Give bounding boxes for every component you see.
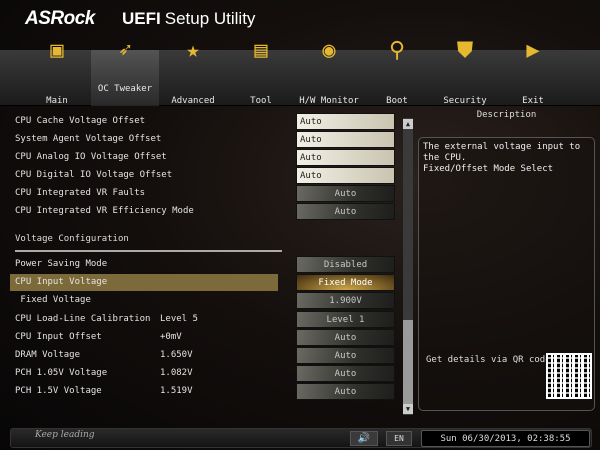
section-divider: [15, 250, 282, 252]
setting-label: Power Saving Mode: [15, 259, 108, 269]
joystick-icon: ⚲: [388, 38, 406, 63]
setting-value-button[interactable]: Auto: [296, 328, 395, 346]
qr-code: [546, 353, 592, 399]
datetime: Sun 06/30/2013, 02:38:55: [421, 430, 590, 447]
tab-label: Advanced: [171, 96, 215, 106]
setting-row[interactable]: CPU Digital IO Voltage Offset: [10, 167, 278, 184]
tab-label: Security: [443, 96, 487, 106]
tab-label: Tool: [250, 96, 272, 106]
toolbox-icon: ▤: [254, 38, 268, 63]
title-text: Setup Utility: [164, 9, 256, 28]
setting-label: PCH 1.05V Voltage: [15, 368, 108, 379]
app-title: UEFI Setup Utility: [122, 9, 255, 29]
setting-row[interactable]: PCH 1.5V Voltage 1.519V: [10, 383, 278, 400]
setting-row[interactable]: CPU Analog IO Voltage Offset: [10, 149, 278, 166]
setting-row[interactable]: CPU Load-Line Calibration Level 5: [10, 311, 278, 328]
scrollbar-thumb[interactable]: [403, 320, 413, 404]
setting-row[interactable]: Fixed Voltage: [10, 292, 278, 309]
setting-row[interactable]: PCH 1.05V Voltage 1.082V: [10, 365, 278, 382]
tab-h-w-monitor[interactable]: ◉ H/W Monitor: [295, 36, 363, 106]
title-uefi: UEFI: [122, 9, 161, 28]
setting-label: CPU Integrated VR Efficiency Mode: [15, 206, 194, 216]
tab-label: Exit: [522, 96, 544, 106]
asrock-logo: ASRock: [25, 8, 95, 29]
setting-label: CPU Cache Voltage Offset: [15, 116, 146, 126]
current-value: 1.650V: [160, 350, 193, 360]
setting-value-button[interactable]: Auto: [296, 203, 395, 220]
monitor-icon: ▣: [50, 38, 64, 63]
setting-value-button[interactable]: Auto: [296, 347, 395, 364]
setting-value-button[interactable]: Auto: [296, 167, 395, 184]
scroll-down-icon[interactable]: ▼: [403, 404, 413, 414]
setting-row[interactable]: CPU Integrated VR Faults: [10, 185, 278, 202]
tab-tool[interactable]: ▤ Tool: [227, 36, 295, 106]
setting-value-button[interactable]: 1.900V: [296, 292, 395, 310]
description-text: The external voltage input to the CPU. F…: [423, 142, 581, 174]
star-icon: ★: [186, 38, 200, 63]
setting-row[interactable]: CPU Cache Voltage Offset: [10, 113, 278, 130]
scroll-up-icon[interactable]: ▲: [403, 119, 413, 129]
tab-label: Boot: [386, 96, 408, 106]
description-title: Description: [476, 110, 537, 120]
section-heading: Voltage Configuration: [15, 234, 129, 244]
tab-oc-tweaker[interactable]: ➶ OC Tweaker: [91, 38, 159, 106]
speaker-icon[interactable]: 🔊: [350, 431, 378, 446]
setting-row[interactable]: Power Saving Mode: [10, 256, 278, 273]
setting-value-button[interactable]: Auto: [296, 365, 395, 383]
tab-exit[interactable]: ▶ Exit: [499, 36, 567, 106]
current-value: +0mV: [160, 331, 182, 342]
tab-label: OC Tweaker: [97, 84, 153, 94]
setting-value-button[interactable]: Auto: [296, 149, 395, 166]
current-value: Level 5: [160, 313, 198, 324]
setting-label: CPU Input Offset: [15, 331, 102, 342]
setting-value-button[interactable]: Auto: [296, 113, 395, 130]
radar-icon: ◉: [322, 38, 336, 63]
setting-row[interactable]: CPU Input Voltage: [10, 274, 278, 292]
qr-label: Get details via QR code: [426, 355, 551, 365]
setting-value-button[interactable]: Auto: [296, 383, 395, 401]
setting-value-button[interactable]: Auto: [296, 185, 395, 202]
setting-label: PCH 1.5V Voltage: [15, 386, 102, 397]
setting-value-button[interactable]: Fixed Mode: [296, 274, 395, 292]
tab-label: H/W Monitor: [299, 96, 359, 106]
setting-row[interactable]: CPU Integrated VR Efficiency Mode: [10, 203, 278, 220]
rocket-icon: ➶: [118, 38, 132, 63]
exit-door-icon: ▶: [526, 38, 540, 63]
setting-label: Fixed Voltage: [15, 295, 91, 306]
tab-security[interactable]: ⛊ Security: [431, 36, 499, 106]
setting-label: CPU Load-Line Calibration: [15, 313, 151, 324]
current-value: 1.082V: [160, 368, 193, 379]
tab-advanced[interactable]: ★ Advanced: [159, 36, 227, 106]
setting-value-button[interactable]: Level 1: [296, 310, 395, 328]
setting-row[interactable]: DRAM Voltage 1.650V: [10, 347, 278, 364]
shield-icon: ⛊: [456, 38, 474, 63]
tab-label: Main: [46, 96, 68, 106]
language-button[interactable]: EN: [386, 431, 412, 446]
setting-label: CPU Integrated VR Faults: [15, 188, 146, 198]
setting-label: DRAM Voltage: [15, 350, 81, 360]
setting-row[interactable]: CPU Input Offset +0mV: [10, 329, 278, 346]
setting-label: System Agent Voltage Offset: [15, 134, 162, 144]
tagline: Keep leading: [35, 430, 95, 440]
setting-label: CPU Input Voltage: [15, 277, 108, 288]
setting-label: CPU Analog IO Voltage Offset: [15, 152, 167, 162]
current-value: 1.519V: [160, 386, 193, 397]
setting-label: CPU Digital IO Voltage Offset: [15, 170, 173, 180]
tab-main[interactable]: ▣ Main: [23, 36, 91, 106]
main-nav: ▣ Main ➶ OC Tweaker ★ Advanced ▤ Tool ◉ H/W Monit…: [0, 38, 600, 106]
tab-boot[interactable]: ⚲ Boot: [363, 36, 431, 106]
setting-value-button[interactable]: Auto: [296, 131, 395, 148]
setting-row[interactable]: System Agent Voltage Offset: [10, 131, 278, 148]
setting-value-button[interactable]: Disabled: [296, 256, 395, 273]
